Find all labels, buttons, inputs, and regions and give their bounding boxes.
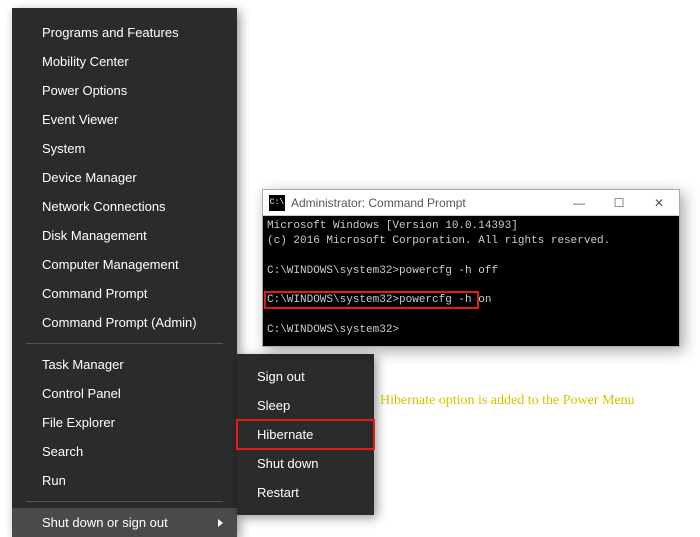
power-item-sleep[interactable]: Sleep <box>237 391 374 420</box>
cmd-window: C:\ Administrator: Command Prompt — ☐ ✕ … <box>262 189 680 347</box>
cmd-icon: C:\ <box>269 195 285 211</box>
winx-item-system[interactable]: System <box>12 134 237 163</box>
winx-item-search[interactable]: Search <box>12 437 237 466</box>
titlebar[interactable]: C:\ Administrator: Command Prompt — ☐ ✕ <box>263 190 679 216</box>
winx-item-computer-management[interactable]: Computer Management <box>12 250 237 279</box>
terminal-line: Microsoft Windows [Version 10.0.14393] <box>267 219 675 234</box>
winx-item-mobility-center[interactable]: Mobility Center <box>12 47 237 76</box>
terminal-line: C:\WINDOWS\system32>powercfg -h off <box>267 264 675 279</box>
terminal-line: (c) 2016 Microsoft Corporation. All righ… <box>267 234 675 249</box>
terminal-line: C:\WINDOWS\system32> <box>267 323 675 338</box>
winx-item-file-explorer[interactable]: File Explorer <box>12 408 237 437</box>
power-item-sign-out[interactable]: Sign out <box>237 362 374 391</box>
winx-item-task-manager[interactable]: Task Manager <box>12 350 237 379</box>
terminal-line <box>267 308 675 323</box>
winx-item-event-viewer[interactable]: Event Viewer <box>12 105 237 134</box>
winx-item-run[interactable]: Run <box>12 466 237 495</box>
winx-item-programs-and-features[interactable]: Programs and Features <box>12 18 237 47</box>
chevron-right-icon <box>218 519 223 527</box>
minimize-button[interactable]: — <box>559 190 599 216</box>
winx-item-device-manager[interactable]: Device Manager <box>12 163 237 192</box>
power-submenu: Sign outSleepHibernateShut downRestart <box>237 354 374 515</box>
maximize-button[interactable]: ☐ <box>599 190 639 216</box>
winx-item-disk-management[interactable]: Disk Management <box>12 221 237 250</box>
close-button[interactable]: ✕ <box>639 190 679 216</box>
winx-item-power-options[interactable]: Power Options <box>12 76 237 105</box>
annotation-text: Hibernate option is added to the Power M… <box>380 393 635 409</box>
winx-item-control-panel[interactable]: Control Panel <box>12 379 237 408</box>
power-item-shut-down[interactable]: Shut down <box>237 449 374 478</box>
winx-item-shutdown-signout[interactable]: Shut down or sign out <box>12 508 237 537</box>
winx-menu: Programs and Features Mobility Center Po… <box>12 8 237 537</box>
winx-item-label: Shut down or sign out <box>42 515 168 530</box>
power-item-restart[interactable]: Restart <box>237 478 374 507</box>
menu-separator <box>26 343 223 344</box>
terminal[interactable]: Microsoft Windows [Version 10.0.14393](c… <box>263 216 679 346</box>
window-title: Administrator: Command Prompt <box>291 196 559 210</box>
menu-separator <box>26 501 223 502</box>
winx-item-command-prompt-admin[interactable]: Command Prompt (Admin) <box>12 308 237 337</box>
terminal-highlight <box>264 291 479 309</box>
winx-item-network-connections[interactable]: Network Connections <box>12 192 237 221</box>
winx-item-command-prompt[interactable]: Command Prompt <box>12 279 237 308</box>
power-item-hibernate[interactable]: Hibernate <box>237 420 374 449</box>
terminal-line <box>267 249 675 264</box>
